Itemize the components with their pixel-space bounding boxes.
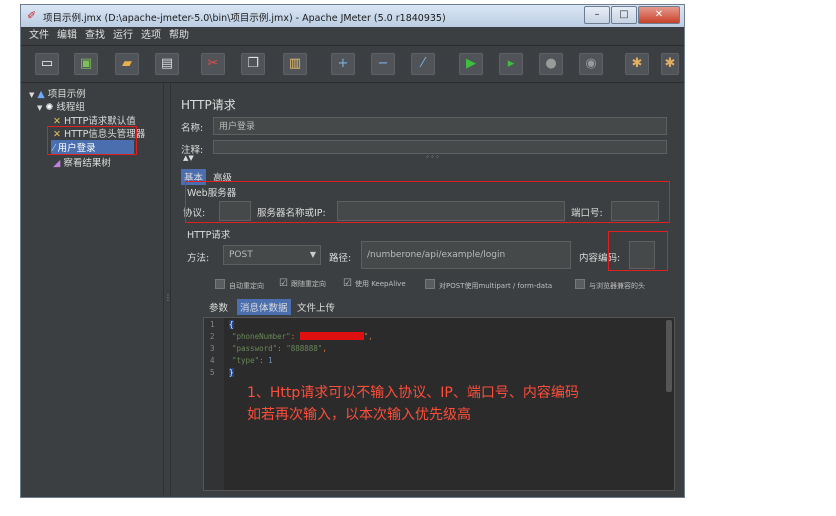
collapse-icon[interactable]: −	[371, 53, 395, 75]
toggle-icon[interactable]: ⁄	[411, 53, 435, 75]
line-number: 2	[210, 332, 215, 341]
annotation-line-1: 1、Http请求可以不输入协议、IP、端口号、内容编码	[247, 385, 579, 401]
path-label: 路径:	[329, 253, 352, 264]
expand-icon[interactable]: +	[331, 53, 355, 75]
checkmark-icon[interactable]: ☑	[279, 278, 288, 289]
checkbox-browser-headers[interactable]: 与浏览器兼容的头	[575, 279, 645, 291]
chevron-down-icon[interactable]: ▼	[310, 246, 316, 264]
stop-icon[interactable]: ●	[539, 53, 563, 75]
minimize-button[interactable]: –	[584, 6, 610, 24]
line-number: 3	[210, 344, 215, 353]
copy-icon[interactable]: ❐	[241, 53, 265, 75]
divider-grip-icon[interactable]: ⁘⁘⁘	[425, 154, 440, 161]
expand-arrow-icon[interactable]: ▼	[37, 104, 42, 112]
menu-help[interactable]: 帮助	[169, 27, 189, 45]
template-icon[interactable]: ▣	[74, 53, 98, 75]
editor-scrollbar[interactable]	[666, 320, 672, 392]
method-label: 方法:	[187, 253, 210, 264]
jmeter-feather-icon: ✐	[27, 9, 37, 22]
window-title: 项目示例.jmx (D:\apache-jmeter-5.0\bin\项目示例.…	[43, 13, 446, 24]
name-label: 名称:	[181, 123, 204, 134]
tree-root[interactable]: ▼ ▲ 项目示例	[29, 86, 86, 100]
path-input[interactable]: /numberone/api/example/login	[361, 241, 571, 269]
panel-title: HTTP请求	[181, 98, 236, 112]
save-icon[interactable]: ▤	[155, 53, 179, 75]
open-icon[interactable]: ▰	[115, 53, 139, 75]
annotation-line-2: 如若再次输入，以本次输入优先级高	[247, 407, 471, 423]
start-icon[interactable]: ▶	[459, 53, 483, 75]
checkbox-icon[interactable]	[215, 279, 225, 289]
tab-parameters[interactable]: 参数	[209, 300, 228, 314]
tab-file-upload[interactable]: 文件上传	[297, 300, 335, 314]
paste-icon[interactable]: ▥	[283, 53, 307, 75]
tree-item-results-tree[interactable]: ◢ 察看结果树	[53, 155, 111, 169]
checkbox-auto-redirect[interactable]: 自动重定向	[215, 279, 264, 291]
cut-icon[interactable]: ✂	[201, 53, 225, 75]
expand-arrow-icon[interactable]: ▼	[29, 91, 34, 99]
toolbar: ▭ ▣ ▰ ▤ ✂ ❐ ▥ + − ⁄ ▶ ▸ ● ◉ ✱ ✱	[21, 46, 684, 83]
tree-thread-group[interactable]: ▼ ✺ 线程组	[37, 99, 85, 113]
checkbox-keepalive[interactable]: ☑ 使用 KeepAlive	[343, 278, 406, 289]
tab-body-data[interactable]: 消息体数据	[237, 299, 291, 315]
gear-icon: ✺	[45, 102, 54, 113]
menu-search[interactable]: 查找	[85, 27, 105, 45]
menu-run[interactable]: 运行	[113, 27, 133, 45]
checkbox-icon[interactable]	[425, 279, 435, 289]
title-bar: ✐ 项目示例.jmx (D:\apache-jmeter-5.0\bin\项目示…	[21, 5, 684, 27]
start-no-pause-icon[interactable]: ▸	[499, 53, 523, 75]
chart-icon: ◢	[53, 158, 61, 169]
line-number: 4	[210, 356, 215, 365]
tree-item-http-defaults[interactable]: ✕ HTTP请求默认值	[53, 113, 136, 127]
highlight-tree-items	[47, 126, 137, 155]
clear-all-icon[interactable]: ✱	[661, 53, 679, 75]
http-request-section: HTTP请求	[187, 230, 231, 241]
line-number: 1	[210, 320, 215, 329]
clear-icon[interactable]: ✱	[625, 53, 649, 75]
http-request-panel: HTTP请求 名称: 用户登录 注释: ▲▼ ⁘⁘⁘ 基本 高级 Web服务器 …	[171, 83, 683, 495]
splitter[interactable]: ⋮	[163, 83, 172, 495]
code-line-password: "password": "888888",	[232, 344, 327, 353]
checkbox-multipart[interactable]: 对POST使用multipart / form-data	[425, 279, 552, 291]
checkbox-follow-redirect[interactable]: ☑ 跟随重定向	[279, 278, 326, 289]
menu-file[interactable]: 文件	[29, 27, 49, 45]
checkmark-icon[interactable]: ☑	[343, 278, 352, 289]
line-number: 5	[210, 368, 215, 377]
close-button[interactable]: ✕	[638, 6, 680, 24]
checkbox-icon[interactable]	[575, 279, 585, 289]
shutdown-icon[interactable]: ◉	[579, 53, 603, 75]
code-line-type: "type": 1	[232, 356, 273, 365]
redacted-phone	[299, 332, 364, 340]
comment-input[interactable]	[213, 140, 667, 154]
menu-bar: 文件 编辑 查找 运行 选项 帮助	[21, 27, 684, 46]
brace-close: }	[229, 368, 234, 377]
maximize-button[interactable]: □	[611, 6, 637, 24]
jmeter-window: ✐ 项目示例.jmx (D:\apache-jmeter-5.0\bin\项目示…	[20, 4, 685, 498]
code-line-phone: "phoneNumber": ",	[232, 332, 373, 341]
name-input[interactable]: 用户登录	[213, 117, 667, 135]
collapse-arrows-icon[interactable]: ▲▼	[183, 154, 194, 162]
menu-edit[interactable]: 编辑	[57, 27, 77, 45]
brace-open: {	[229, 320, 234, 329]
highlight-web-server	[185, 181, 670, 223]
menu-options[interactable]: 选项	[141, 27, 161, 45]
method-select[interactable]: POST ▼	[223, 245, 321, 265]
highlight-encoding	[608, 231, 668, 271]
new-icon[interactable]: ▭	[35, 53, 59, 75]
